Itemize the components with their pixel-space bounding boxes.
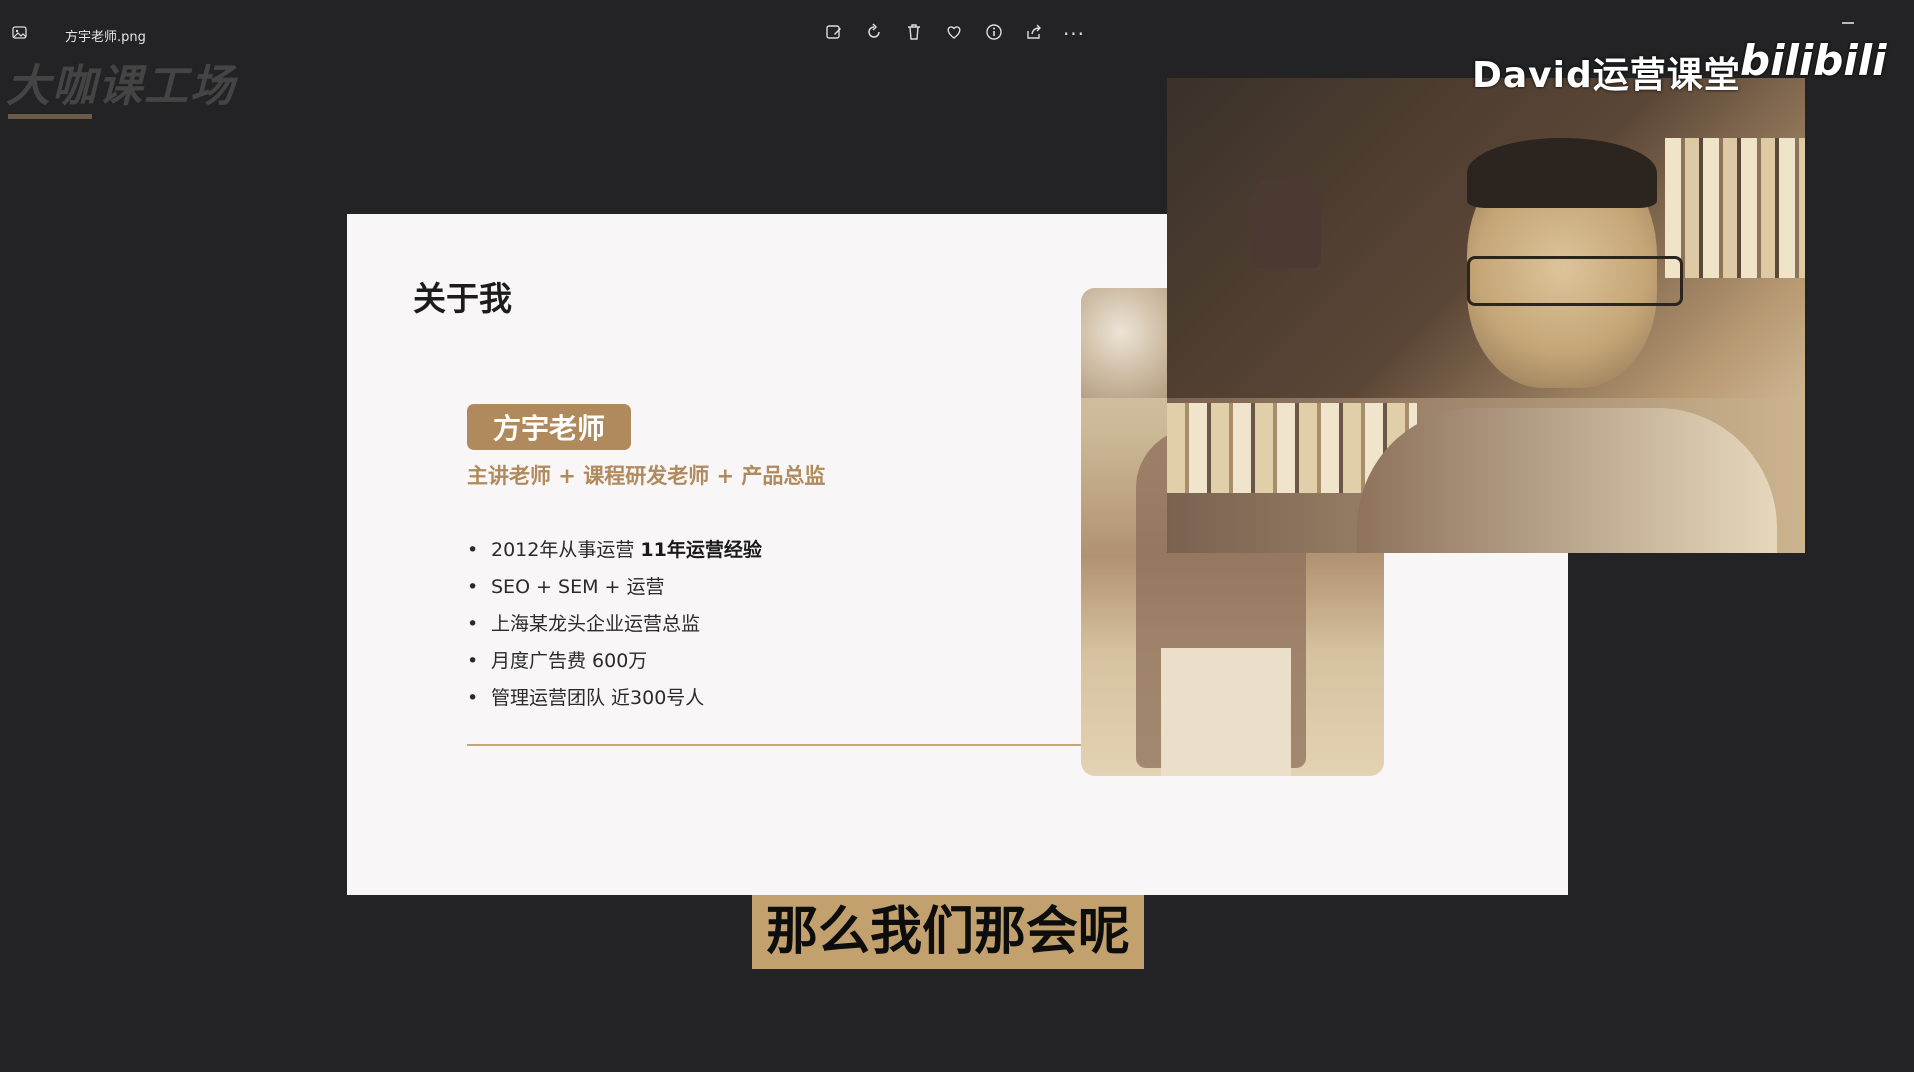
bio-bullet: 上海某龙头企业运营总监 [467,606,762,643]
share-button[interactable] [1020,20,1048,48]
heart-icon [945,23,963,45]
slide-title: 关于我 [413,279,512,318]
share-icon [1025,23,1043,45]
photos-app-icon [12,25,28,41]
edit-image-button[interactable] [820,20,848,48]
edit-image-icon [825,23,843,45]
watermark-underline [8,114,92,119]
minimize-icon[interactable] [1842,22,1854,24]
photo-tree [1081,288,1181,398]
bio-bullet: 月度广告费 600万 [467,643,762,680]
delete-button[interactable] [900,20,928,48]
presenter-body [1357,408,1777,553]
more-button[interactable]: ··· [1060,20,1088,48]
presenter-hair [1467,138,1657,208]
photo-trousers [1161,648,1291,776]
bio-bullet: 2012年从事运营 11年运营经验 [467,532,762,569]
info-button[interactable] [980,20,1008,48]
file-name: 方宇老师.png [65,30,146,45]
delete-icon [905,23,923,45]
channel-name: David运营课堂 [1472,55,1741,96]
rotate-icon [865,23,883,45]
teacher-roles: 主讲老师 + 课程研发老师 + 产品总监 [467,464,826,488]
bilibili-logo: bilibili [1740,36,1887,85]
favorite-button[interactable] [940,20,968,48]
viewer-toolbar: ··· [820,20,1088,48]
bio-bullet: 管理运营团队 近300号人 [467,680,762,717]
info-icon [985,23,1003,45]
bio-bullet-list: 2012年从事运营 11年运营经验 SEO + SEM + 运营 上海某龙头企业… [467,532,762,717]
webcam-bookshelf [1665,138,1805,278]
video-subtitle: 那么我们那会呢 [752,895,1145,969]
webcam-statue [1251,178,1321,268]
watermark-logo: 大咖课工场 [6,61,236,112]
bio-bullet: SEO + SEM + 运营 [467,569,762,606]
more-icon: ··· [1062,22,1086,46]
teacher-name-badge: 方宇老师 [467,404,631,450]
presenter-webcam [1167,78,1805,553]
presenter-glasses [1467,256,1683,306]
rotate-button[interactable] [860,20,888,48]
